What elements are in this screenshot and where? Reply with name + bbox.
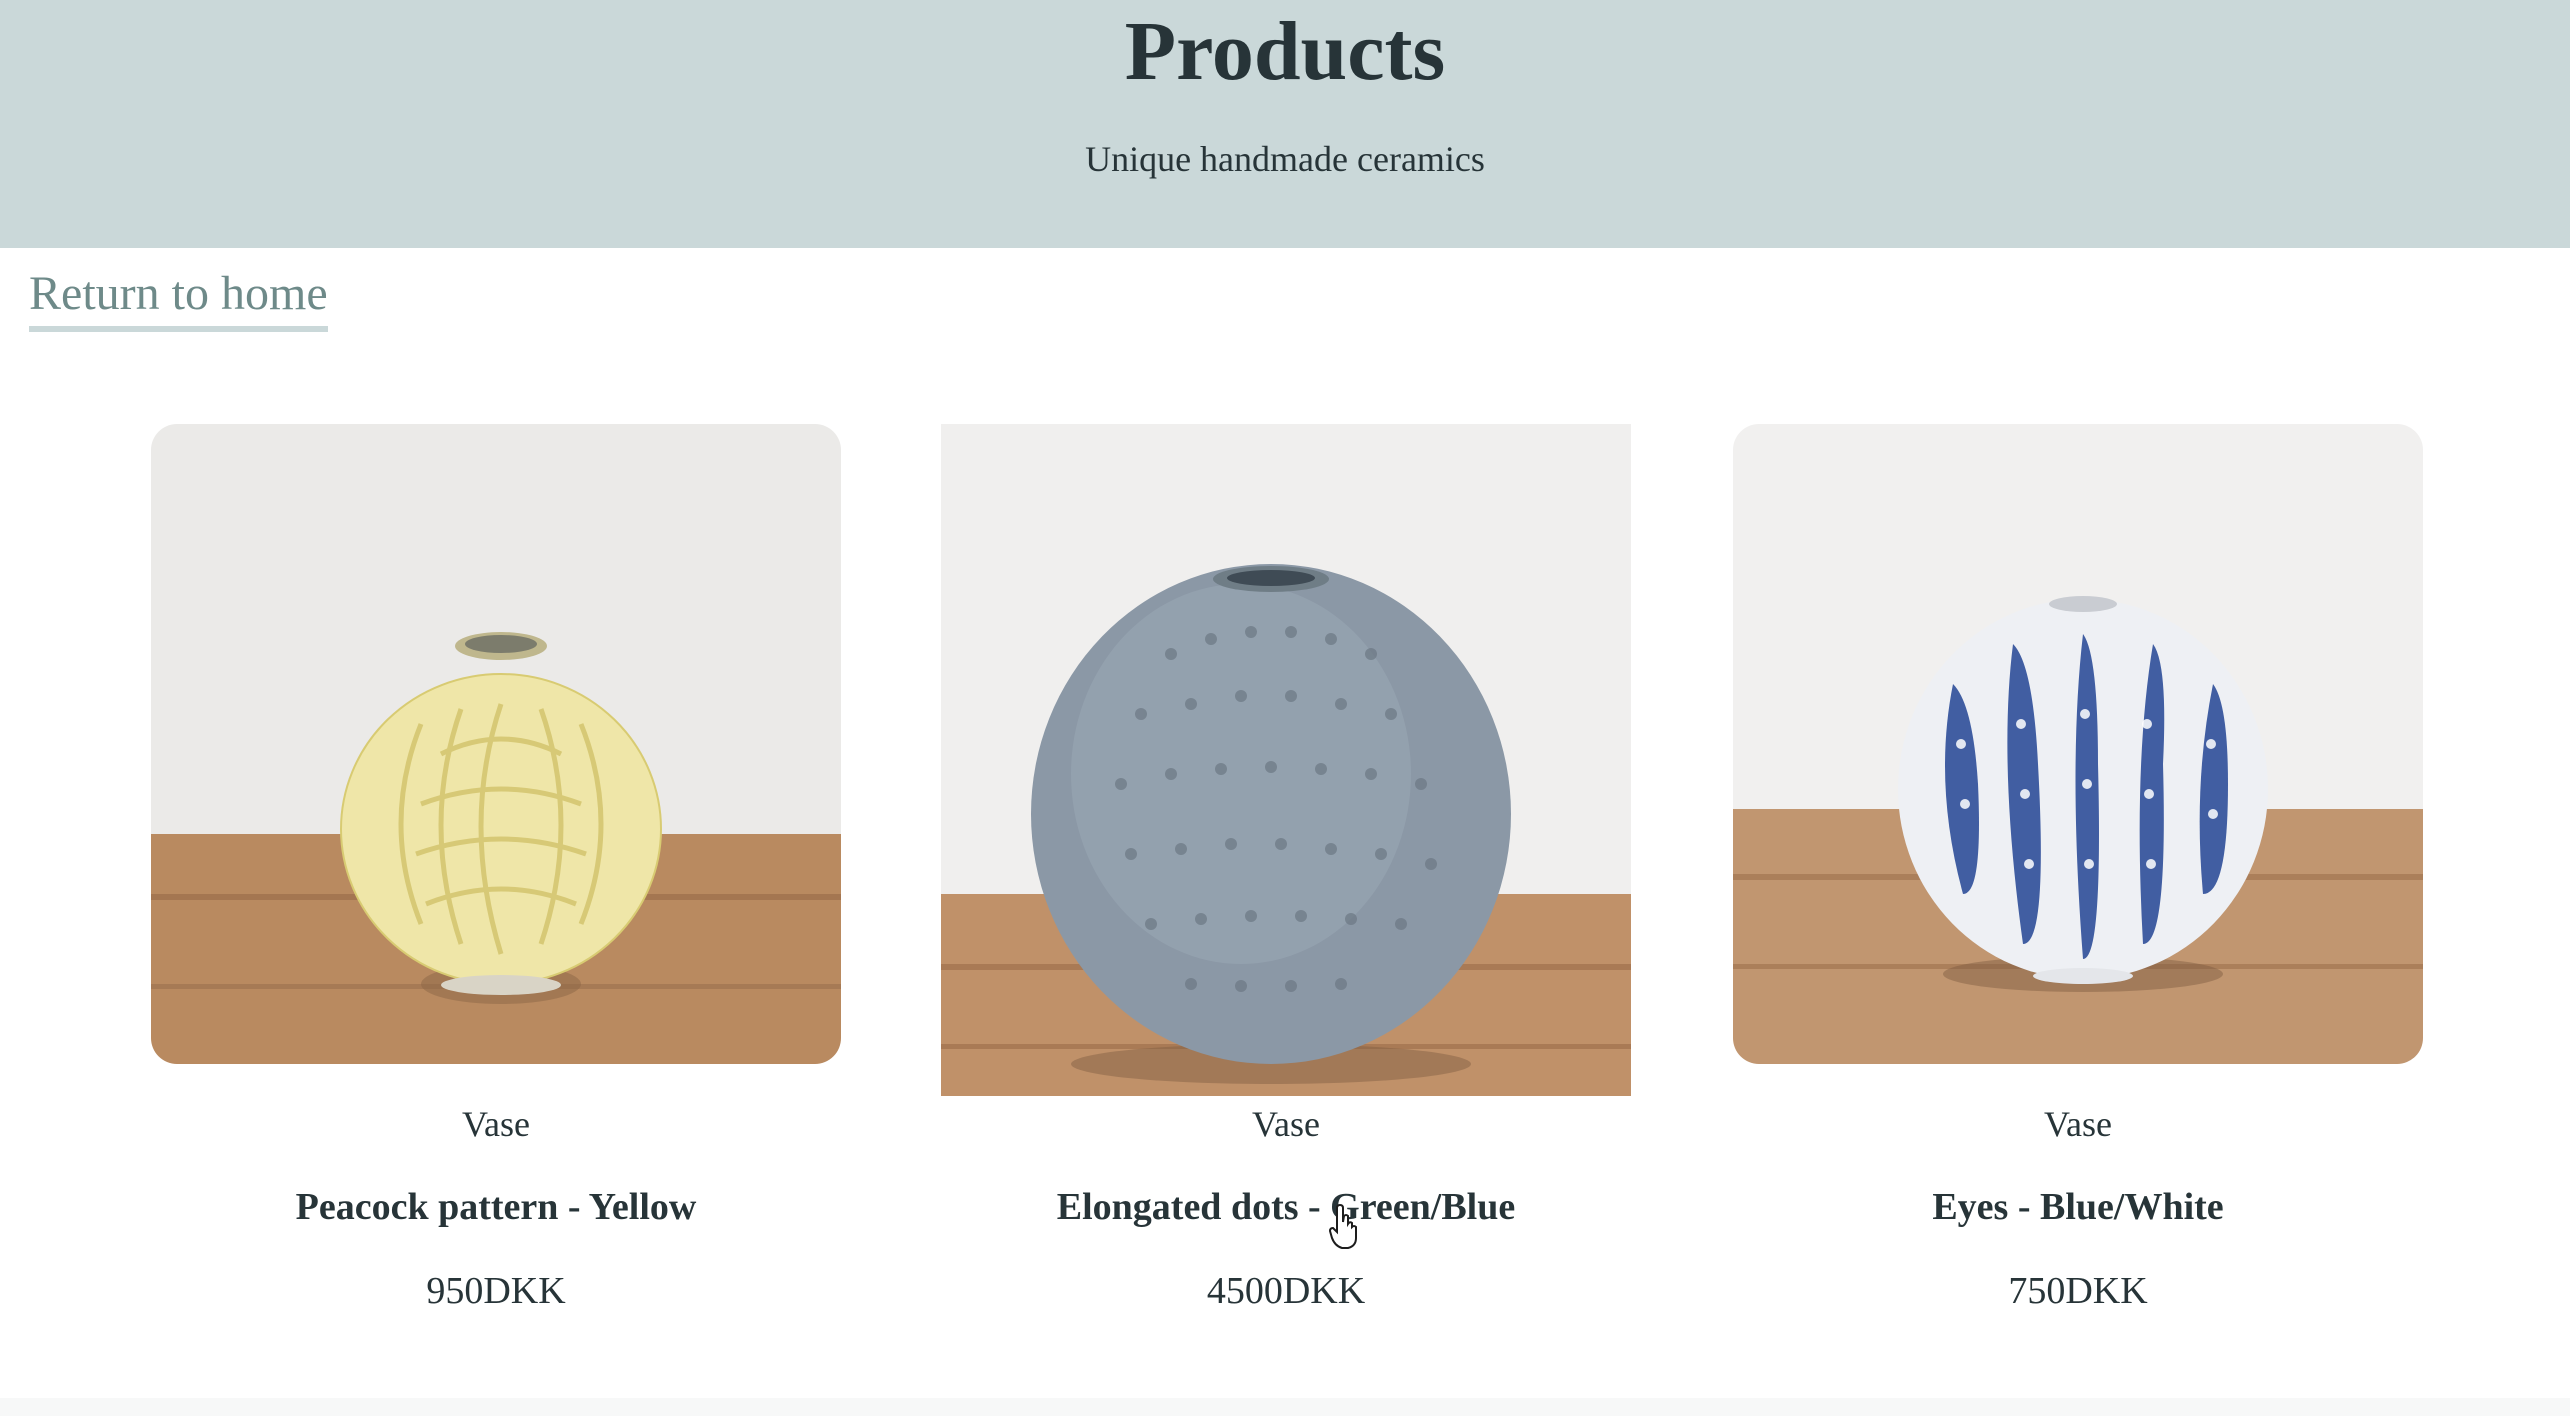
page-footer-band <box>0 1398 2570 1416</box>
product-price: 950DKK <box>426 1270 566 1312</box>
page-subtitle: Unique handmade ceramics <box>1085 139 1485 179</box>
product-image[interactable] <box>151 424 841 1064</box>
product-type: Vase <box>2044 1104 2112 1144</box>
product-card[interactable]: Vase Eyes - Blue/White 750DKK <box>1733 424 2423 1312</box>
product-price: 750DKK <box>2008 1270 2148 1312</box>
product-type: Vase <box>462 1104 530 1144</box>
product-card[interactable]: Vase Elongated dots - Green/Blue 4500DKK <box>941 424 1631 1312</box>
product-type: Vase <box>1252 1104 1320 1144</box>
hand-cursor-icon <box>1328 1204 1357 1249</box>
return-home-link[interactable]: Return to home <box>29 264 328 332</box>
product-image[interactable] <box>1733 424 2423 1064</box>
product-title[interactable]: Peacock pattern - Yellow <box>151 1182 841 1232</box>
product-card[interactable]: Vase Peacock pattern - Yellow 950DKK <box>151 424 841 1312</box>
product-price: 4500DKK <box>1206 1270 1366 1312</box>
product-title[interactable]: Eyes - Blue/White <box>1733 1182 2423 1232</box>
product-image[interactable] <box>941 424 1631 1096</box>
page-title: Products <box>1124 5 1446 98</box>
page-header: Products Unique handmade ceramics <box>0 0 2570 248</box>
product-title[interactable]: Elongated dots - Green/Blue <box>941 1182 1631 1232</box>
